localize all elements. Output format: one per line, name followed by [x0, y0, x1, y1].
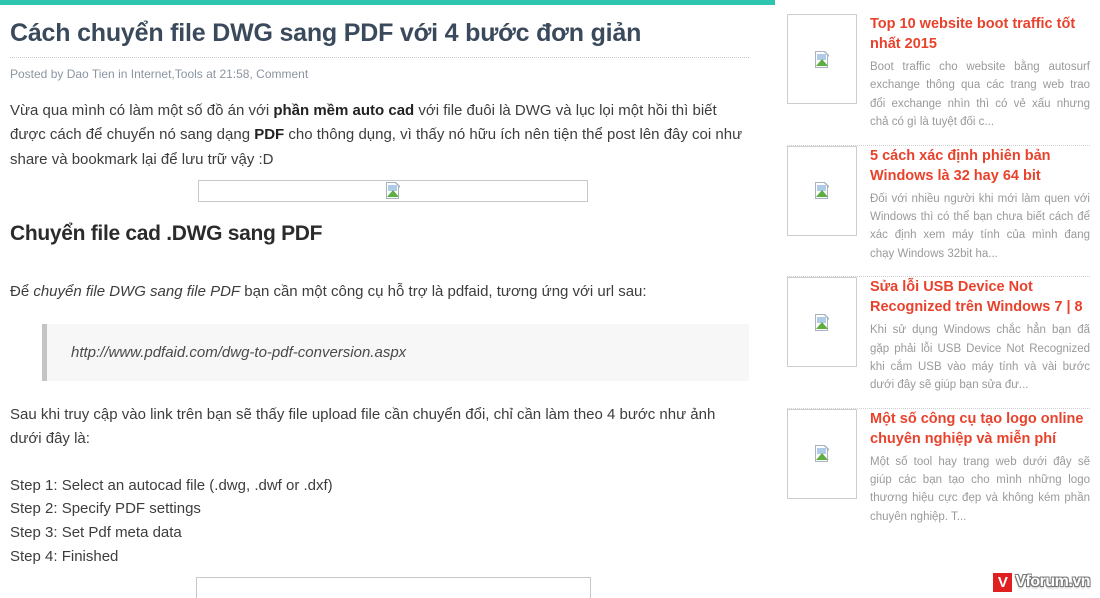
- section-heading: Chuyển file cad .DWG sang PDF: [10, 221, 323, 245]
- title-divider: [10, 57, 749, 58]
- main-content-column: Cách chuyển file DWG sang PDF với 4 bước…: [0, 0, 775, 598]
- sidebar-post-title[interactable]: Một số công cụ tạo logo online chuyên ng…: [870, 409, 1090, 449]
- sidebar-post-excerpt: Một số tool hay trang web dưới đây sẽ gi…: [870, 455, 1090, 523]
- sidebar-post-title[interactable]: Sửa lỗi USB Device Not Recognized trên W…: [870, 277, 1090, 317]
- sidebar-thumbnail: [787, 277, 857, 368]
- broken-image-icon: [814, 50, 830, 68]
- lead-italic-phrase: chuyển file DWG sang file PDF: [33, 282, 241, 300]
- after-quote-paragraph: Sau khi truy cập vào link trên bạn sẽ th…: [10, 406, 716, 448]
- sidebar-post-excerpt: Khi sử dụng Windows chắc hẳn bạn đã gặp …: [870, 324, 1090, 392]
- page-title: Cách chuyển file DWG sang PDF với 4 bước…: [10, 19, 642, 47]
- steps-list: Step 1: Select an autocad file (.dwg, .d…: [10, 474, 749, 569]
- step-item: Step 1: Select an autocad file (.dwg, .d…: [10, 476, 333, 494]
- sidebar-thumbnail: [787, 408, 857, 499]
- intro-text-1: Vừa qua mình có làm một số đồ án với: [10, 102, 274, 119]
- sidebar-post-excerpt: Boot traffic cho website bằng autosurf e…: [870, 61, 1090, 129]
- intro-bold-pdf: PDF: [254, 126, 285, 144]
- sidebar-post-excerpt: Đối với nhiều người khi mới làm quen với…: [870, 192, 1090, 260]
- sidebar-post-title[interactable]: 5 cách xác định phiên bản Windows là 32 …: [870, 146, 1090, 186]
- sidebar-thumbnail: [787, 145, 857, 236]
- step-item: Step 2: Specify PDF settings: [10, 500, 201, 518]
- vforum-logo-icon: V: [993, 572, 1013, 592]
- sidebar-thumbnail: [787, 14, 857, 104]
- step-item: Step 4: Finished: [10, 547, 119, 565]
- related-posts-sidebar: Top 10 website boot traffic tốt nhất 201…: [775, 0, 1100, 598]
- post-byline: Posted by Dao Tien in Internet,Tools at …: [10, 67, 309, 81]
- broken-image-icon: [814, 313, 830, 331]
- broken-image-icon: [814, 445, 830, 463]
- broken-image-icon: [385, 182, 401, 200]
- article-image-placeholder-1: [198, 179, 588, 202]
- step-item: Step 3: Set Pdf meta data: [10, 524, 182, 542]
- watermark-text: Vforum.vn: [1015, 573, 1090, 590]
- sidebar-post-title[interactable]: Top 10 website boot traffic tốt nhất 201…: [870, 14, 1090, 54]
- sidebar-post-4[interactable]: Một số công cụ tạo logo online chuyên ng…: [787, 408, 1090, 540]
- sidebar-post-3[interactable]: Sửa lỗi USB Device Not Recognized trên W…: [787, 277, 1090, 408]
- article-page: Cách chuyển file DWG sang PDF với 4 bước…: [0, 0, 1100, 598]
- quote-url-text: http://www.pdfaid.com/dwg-to-pdf-convers…: [71, 344, 407, 362]
- url-blockquote: http://www.pdfaid.com/dwg-to-pdf-convers…: [42, 324, 749, 382]
- intro-paragraph: Vừa qua mình có làm một số đồ án với phầ…: [10, 99, 749, 172]
- sidebar-post-1[interactable]: Top 10 website boot traffic tốt nhất 201…: [787, 14, 1090, 145]
- article-image-placeholder-2: [196, 576, 591, 598]
- site-watermark: V Vforum.vn: [993, 572, 1090, 592]
- lead-paragraph: Để chuyển file DWG sang file PDF bạn cần…: [10, 280, 749, 304]
- sidebar-post-2[interactable]: 5 cách xác định phiên bản Windows là 32 …: [787, 145, 1090, 277]
- lead-suffix: bạn cần một công cụ hỗ trợ là pdfaid, tư…: [240, 282, 647, 300]
- broken-image-icon: [814, 182, 830, 200]
- intro-bold-autocad: phần mềm auto cad: [273, 102, 415, 119]
- lead-prefix: Để: [10, 282, 34, 300]
